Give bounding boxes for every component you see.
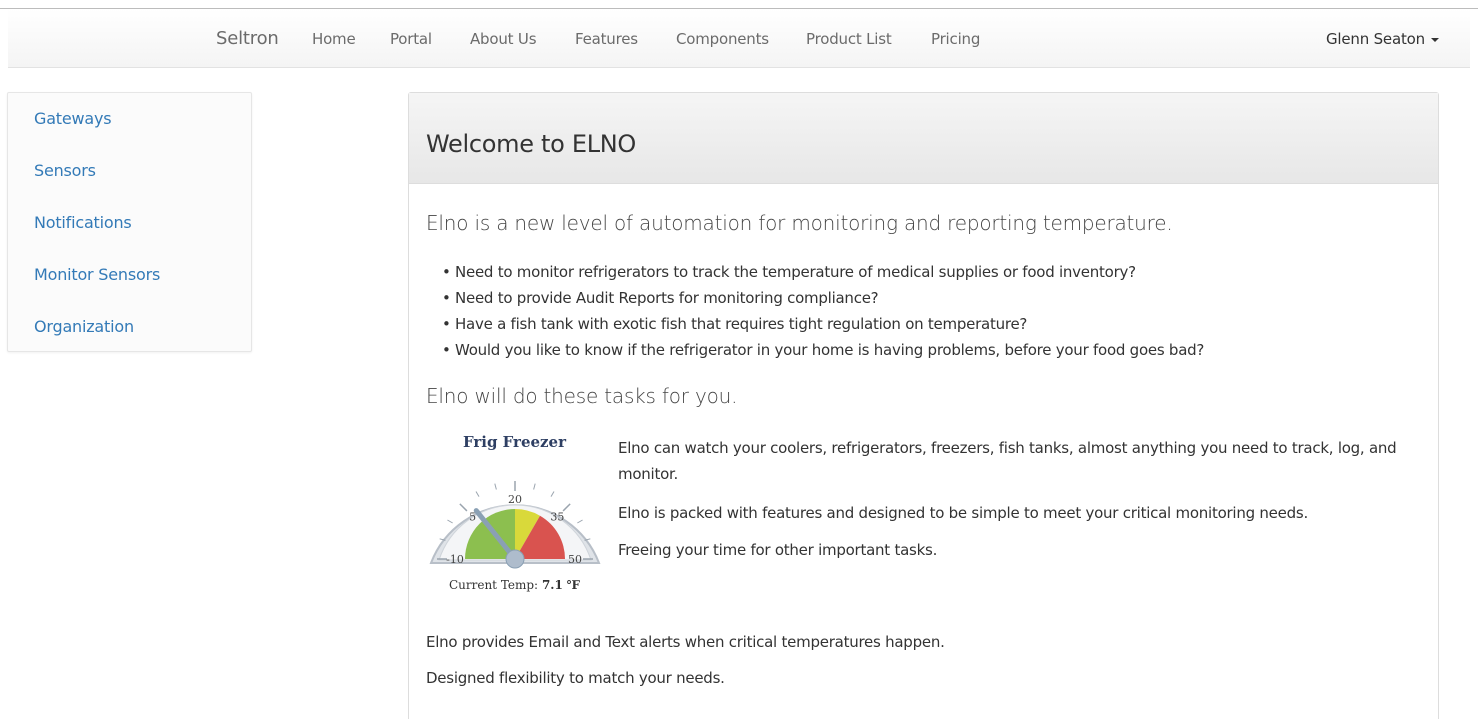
gauge-tick — [550, 491, 555, 497]
nav-about-us[interactable]: About Us — [470, 30, 537, 48]
gauge-temp-label: Current Temp: — [448, 578, 539, 592]
tasks-heading: Elno will do these tasks for you. — [426, 384, 738, 408]
gauge-tick — [533, 483, 536, 490]
gauge-temp-unit: ℉ — [566, 578, 581, 592]
nav-home[interactable]: Home — [312, 30, 356, 48]
nav-components[interactable]: Components — [676, 30, 769, 48]
gauge-tick-label: -10 — [446, 553, 464, 566]
gauge-tick — [475, 491, 480, 497]
list-item: Have a fish tank with exotic fish that r… — [442, 315, 1204, 341]
temperature-gauge: Frig Freezer -10 5 20 35 50 Current Temp: 7.… — [427, 429, 602, 599]
list-item: Need to monitor refrigerators to track t… — [442, 263, 1204, 289]
question-list: Need to monitor refrigerators to track t… — [442, 263, 1204, 367]
gauge-current-temp: Current Temp: 7.1 ℉ — [427, 578, 602, 592]
flexibility-text: Designed flexibility to match your needs… — [426, 669, 725, 687]
alerts-text: Elno provides Email and Text alerts when… — [426, 633, 945, 651]
gauge-tick-label: 35 — [550, 511, 564, 524]
sidebar-item-gateways[interactable]: Gateways — [34, 109, 112, 128]
nav-features[interactable]: Features — [575, 30, 638, 48]
user-name: Glenn Seaton — [1326, 30, 1425, 48]
sidebar-item-notifications[interactable]: Notifications — [34, 213, 132, 232]
gauge-hub — [505, 549, 525, 569]
list-item: Need to provide Audit Reports for monito… — [442, 289, 1204, 315]
user-menu[interactable]: Glenn Seaton — [1326, 30, 1439, 48]
gauge-graphic: -105203550 — [429, 481, 601, 569]
sidebar: Gateways Sensors Notifications Monitor S… — [7, 92, 252, 352]
panel-heading: Welcome to ELNO — [409, 93, 1438, 184]
nav-product-list[interactable]: Product List — [806, 30, 892, 48]
nav-portal[interactable]: Portal — [390, 30, 432, 48]
brand-link[interactable]: Seltron — [216, 28, 279, 49]
welcome-panel: Welcome to ELNO Elno is a new level of a… — [408, 92, 1439, 719]
gauge-tick-label: 50 — [568, 553, 582, 566]
gauge-temp-value: 7.1 — [541, 578, 563, 592]
intro-lead: Elno is a new level of automation for mo… — [426, 211, 1173, 235]
chevron-down-icon — [1430, 37, 1439, 42]
list-item: Would you like to know if the refrigerat… — [442, 341, 1204, 367]
gauge-tick — [447, 519, 453, 524]
feature-text-2: Elno is packed with features and designe… — [618, 504, 1308, 522]
sidebar-item-monitor-sensors[interactable]: Monitor Sensors — [34, 265, 160, 284]
sidebar-item-sensors[interactable]: Sensors — [34, 161, 96, 180]
nav-pricing[interactable]: Pricing — [931, 30, 980, 48]
gauge-tick — [459, 503, 468, 512]
feature-text-1: Elno can watch your coolers, refrigerato… — [618, 439, 1397, 483]
gauge-title: Frig Freezer — [462, 433, 567, 451]
gauge-tick-label: 20 — [508, 493, 522, 506]
gauge-tick — [494, 483, 497, 490]
page-title: Welcome to ELNO — [426, 130, 637, 158]
gauge-tick — [577, 519, 583, 524]
top-navbar: Seltron Home Portal About Us Features Co… — [8, 9, 1470, 68]
sidebar-item-organization[interactable]: Organization — [34, 317, 134, 336]
feature-text-3: Freeing your time for other important ta… — [618, 541, 938, 559]
